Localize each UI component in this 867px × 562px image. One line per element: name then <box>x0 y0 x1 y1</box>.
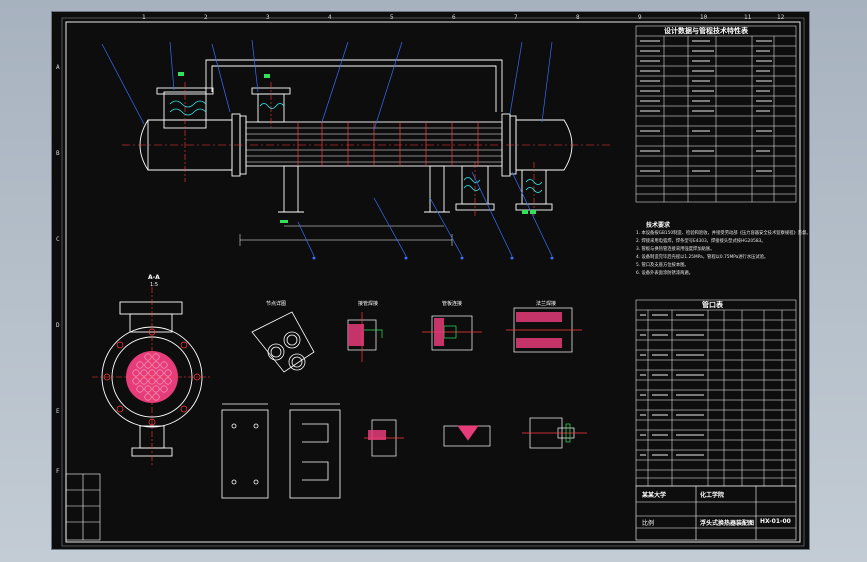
notes-title: 技术要求 <box>646 222 671 229</box>
leader-lines <box>101 39 553 257</box>
detail-label-3: 管板连接 <box>442 301 463 307</box>
view-label: A-A <box>148 274 160 281</box>
detail-6 <box>522 417 587 449</box>
detail-5 <box>443 425 491 447</box>
title-block-grid <box>65 473 797 541</box>
parts-table-title: 管口表 <box>702 301 723 309</box>
notes-line-2: 2. 焊接采用电弧焊，焊条型号E4303，焊接接头型式按HG20583。 <box>636 239 766 244</box>
spec-table-title: 设计数据与管程技术特性表 <box>664 27 748 35</box>
detail-triangle <box>251 311 315 373</box>
cad-canvas <box>61 17 805 547</box>
parts-table-grid <box>635 299 797 487</box>
dimensions <box>239 225 453 246</box>
drawing-sheet: 1 2 3 4 5 6 7 8 9 10 11 12 A B C D E F 设… <box>52 12 811 549</box>
detail-2 <box>422 315 482 351</box>
title-number: HX-01-00 <box>760 518 791 525</box>
support-plates <box>221 403 341 499</box>
notes-line-4: 4. 设备制造完毕后壳程以1.25MPa，管程以0.75MPa进行水压试验。 <box>636 255 769 260</box>
detail-label-1: 节点详图 <box>266 301 287 307</box>
leader-markers <box>312 256 554 260</box>
nozzle-symbols <box>169 100 543 193</box>
section-centerlines <box>92 287 212 467</box>
detail-label-4: 法兰焊接 <box>536 301 557 307</box>
notes-line-3: 3. 管板与换热管连接采用强度焊加贴胀。 <box>636 247 715 252</box>
notes-line-6: 6. 设备外表面涂防锈漆两遍。 <box>636 271 694 276</box>
notes-line-5: 5. 管口及支座方位按本图。 <box>636 263 689 268</box>
title-school: 某某大学 <box>642 492 667 499</box>
title-drawing-name: 浮头式换热器装配图 <box>700 520 755 527</box>
title-scale-label: 比例 <box>642 520 655 527</box>
detail-label-2: 接管焊接 <box>358 301 379 307</box>
spec-table-grid <box>635 25 797 203</box>
notes-line-1: 1. 本设备按GB150制造、检验和验收，并接受劳动部《压力容器安全技术监察规程… <box>636 231 811 236</box>
view-scale: 1:5 <box>150 282 159 288</box>
title-dept: 化工学院 <box>700 492 725 499</box>
exchanger-elevation <box>139 59 573 213</box>
baffles <box>297 122 479 166</box>
